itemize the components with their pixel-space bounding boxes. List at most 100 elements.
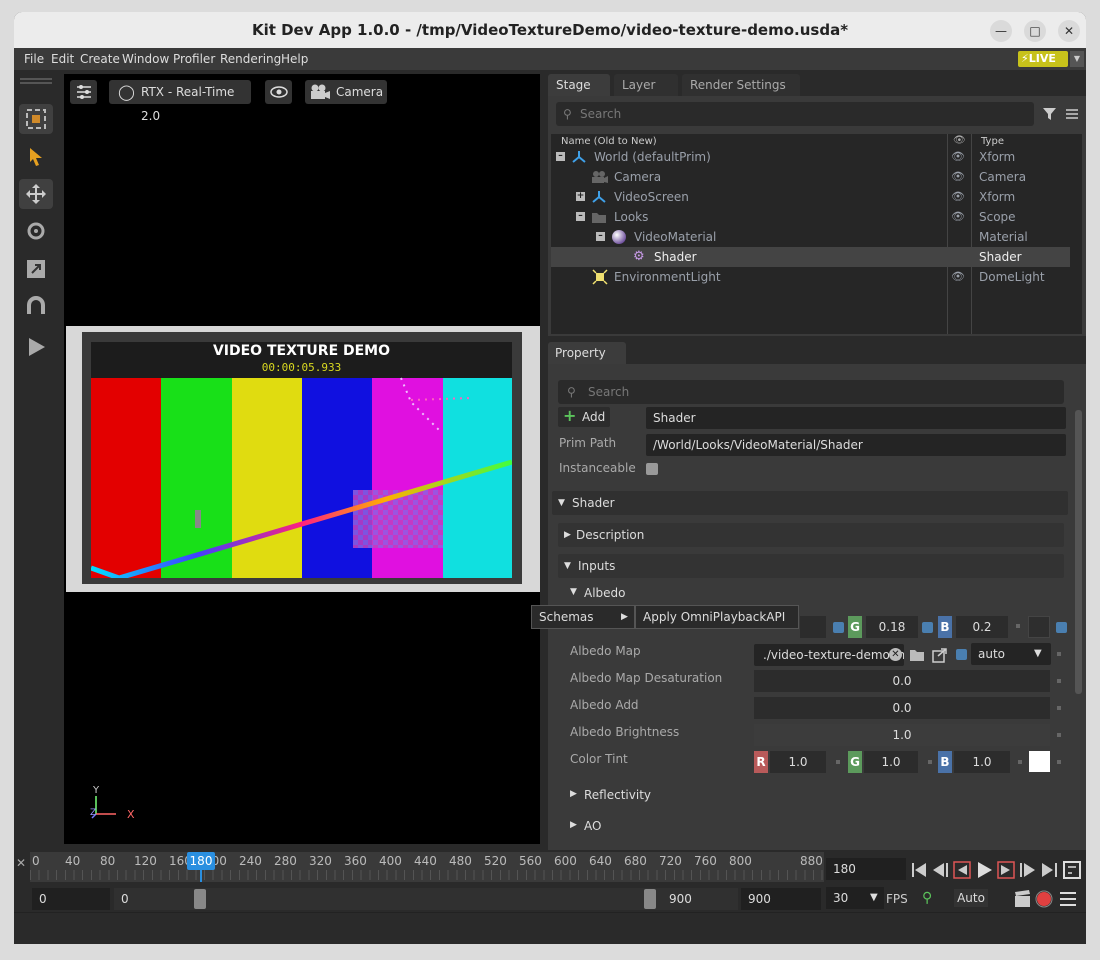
tree-row-videoscreen[interactable]: + VideoScreen 👁 Xform <box>551 187 1070 207</box>
visibility-eye-icon[interactable]: 👁 <box>951 207 965 227</box>
menu-file[interactable]: File <box>24 52 44 66</box>
live-button[interactable]: ⚡LIVE <box>1018 51 1068 67</box>
select-mode-button[interactable] <box>19 104 53 134</box>
visibility-eye-icon[interactable]: 👁 <box>951 267 965 287</box>
camera-button[interactable]: Camera <box>305 80 387 104</box>
tint-b-field[interactable]: 1.0 <box>954 751 1010 773</box>
property-search-input[interactable]: ⚲ Search <box>558 380 1064 404</box>
visibility-eye-icon[interactable]: 👁 <box>951 147 965 167</box>
visibility-button[interactable] <box>265 80 292 104</box>
select-tool-button[interactable] <box>19 142 53 172</box>
collapse-icon[interactable]: – <box>596 232 605 241</box>
albedo-map-desat-field[interactable]: 0.0 <box>754 670 1050 692</box>
section-ao-header[interactable]: ▶ AO <box>570 819 601 833</box>
albedo-map-mode-select[interactable]: auto ▼ <box>971 643 1051 665</box>
menu-help[interactable]: Help <box>281 52 308 66</box>
menu-rendering[interactable]: Rendering <box>220 52 281 66</box>
albedo-b-field[interactable]: 0.2 <box>956 616 1008 638</box>
albedo-add-field[interactable]: 0.0 <box>754 697 1050 719</box>
section-description-header[interactable]: ▶ Description <box>558 523 1064 547</box>
albedo-color-handle[interactable] <box>1056 622 1067 633</box>
section-albedo-header[interactable]: ▼ Albedo <box>570 586 626 600</box>
collapse-icon[interactable]: – <box>556 152 565 161</box>
tab-stage[interactable]: Stage <box>548 74 610 96</box>
prim-path-field[interactable]: /World/Looks/VideoMaterial/Shader <box>646 434 1066 456</box>
key-icon[interactable]: ⚲ <box>922 890 932 906</box>
filter-icon[interactable] <box>1042 106 1058 122</box>
maximize-button[interactable]: □ <box>1024 20 1046 42</box>
open-external-icon[interactable] <box>932 647 948 663</box>
context-menu-schemas[interactable]: Schemas ▶ <box>531 605 635 629</box>
reset-dot[interactable] <box>836 760 840 764</box>
viewport[interactable]: ◯ RTX - Real-Time 2.0 Camera VIDEO TEXTU… <box>64 74 540 844</box>
playhead-label[interactable]: 180 <box>187 852 215 870</box>
timeline-close-icon[interactable]: ✕ <box>16 856 26 870</box>
folder-icon[interactable] <box>909 648 925 662</box>
tab-property[interactable]: Property <box>548 342 626 364</box>
menu-icon[interactable] <box>1064 106 1080 122</box>
range-slider[interactable]: 0 900 <box>114 888 738 910</box>
play-tool-button[interactable] <box>19 332 53 362</box>
stage-search-input[interactable]: ⚲ Search <box>556 102 1034 126</box>
tint-color-swatch[interactable] <box>1029 751 1050 772</box>
reset-dot[interactable] <box>1057 760 1061 764</box>
fps-select[interactable]: 30 ▼ <box>826 887 884 909</box>
visibility-eye-icon[interactable]: 👁 <box>951 167 965 187</box>
tree-row-world[interactable]: – World (defaultPrim) 👁 Xform <box>551 147 1070 167</box>
rotate-tool-button[interactable] <box>19 216 53 246</box>
minimize-button[interactable]: — <box>990 20 1012 42</box>
clear-path-icon[interactable]: ✕ <box>889 648 902 661</box>
tree-row-looks[interactable]: – Looks 👁 Scope <box>551 207 1070 227</box>
tree-row-environmentlight[interactable]: EnvironmentLight 👁 DomeLight <box>551 267 1070 287</box>
live-dropdown[interactable]: ▼ <box>1070 51 1084 67</box>
close-button[interactable]: ✕ <box>1058 20 1080 42</box>
move-tool-button[interactable] <box>19 179 53 209</box>
reset-dot[interactable] <box>1057 679 1061 683</box>
tree-row-shader[interactable]: ⚙ Shader Shader <box>551 247 1070 267</box>
context-menu-apply-playback[interactable]: Apply OmniPlaybackAPI <box>635 605 799 629</box>
albedo-r-field[interactable] <box>800 616 826 638</box>
albedo-g-field[interactable]: 0.18 <box>866 616 918 638</box>
reset-dot[interactable] <box>1057 733 1061 737</box>
range-start-handle[interactable] <box>194 889 206 909</box>
tree-row-videomaterial[interactable]: – VideoMaterial Material <box>551 227 1070 247</box>
prim-name-field[interactable]: Shader <box>646 407 1066 429</box>
end-frame-field[interactable]: 900 <box>741 888 821 910</box>
instanceable-checkbox[interactable] <box>646 463 658 475</box>
albedo-color-swatch[interactable] <box>1028 616 1050 638</box>
auto-key-button[interactable]: Auto <box>954 889 988 907</box>
tab-render-settings[interactable]: Render Settings <box>682 74 800 96</box>
albedo-map-handle[interactable] <box>956 649 967 660</box>
reset-dot[interactable] <box>1018 760 1022 764</box>
collapse-icon[interactable]: – <box>576 212 585 221</box>
tree-row-camera[interactable]: Camera 👁 Camera <box>551 167 1070 187</box>
expand-icon[interactable]: + <box>576 192 585 201</box>
albedo-map-path-field[interactable]: ./video-texture-demo.m <box>754 644 904 666</box>
section-reflectivity-header[interactable]: ▶ Reflectivity <box>570 788 651 802</box>
range-end-handle[interactable] <box>644 889 656 909</box>
albedo-reset-dot[interactable] <box>1016 624 1020 628</box>
albedo-g-drag-handle[interactable] <box>922 622 933 633</box>
albedo-brightness-field[interactable]: 1.0 <box>754 724 1050 746</box>
viewport-settings-button[interactable] <box>70 80 97 104</box>
property-scrollbar[interactable] <box>1075 410 1082 694</box>
reset-dot[interactable] <box>928 760 932 764</box>
reset-dot[interactable] <box>1057 652 1061 656</box>
add-button[interactable]: + Add <box>558 406 610 427</box>
section-inputs-header[interactable]: ▼ Inputs <box>558 554 1064 578</box>
scale-tool-button[interactable] <box>19 254 53 284</box>
albedo-r-drag-handle[interactable] <box>833 622 844 633</box>
tint-g-field[interactable]: 1.0 <box>864 751 918 773</box>
menu-window[interactable]: Window <box>122 52 169 66</box>
snap-tool-button[interactable] <box>19 292 53 322</box>
tint-r-field[interactable]: 1.0 <box>770 751 826 773</box>
reset-dot[interactable] <box>1057 706 1061 710</box>
menu-edit[interactable]: Edit <box>51 52 74 66</box>
current-frame-field[interactable]: 180 <box>826 858 906 880</box>
renderer-button[interactable]: ◯ RTX - Real-Time 2.0 <box>109 80 251 123</box>
section-shader-header[interactable]: ▼ Shader <box>552 491 1068 515</box>
menu-create[interactable]: Create <box>80 52 120 66</box>
start-frame-field[interactable]: 0 <box>32 888 110 910</box>
menu-profiler[interactable]: Profiler <box>173 52 215 66</box>
visibility-eye-icon[interactable]: 👁 <box>951 187 965 207</box>
